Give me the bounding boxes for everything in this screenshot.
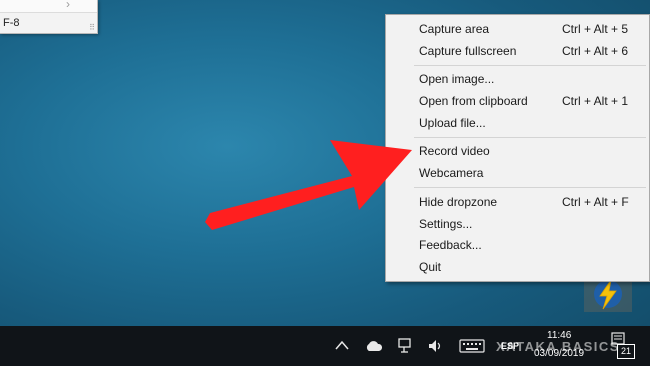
red-arrow-icon: [205, 140, 412, 230]
network-icon[interactable]: [398, 338, 414, 354]
keyboard-icon[interactable]: [459, 338, 485, 354]
watermark-text: XATAKA BASICS: [496, 339, 620, 354]
volume-icon[interactable]: [428, 338, 444, 354]
cloud-icon[interactable]: [365, 340, 383, 352]
chevron-up-icon[interactable]: [335, 340, 349, 350]
